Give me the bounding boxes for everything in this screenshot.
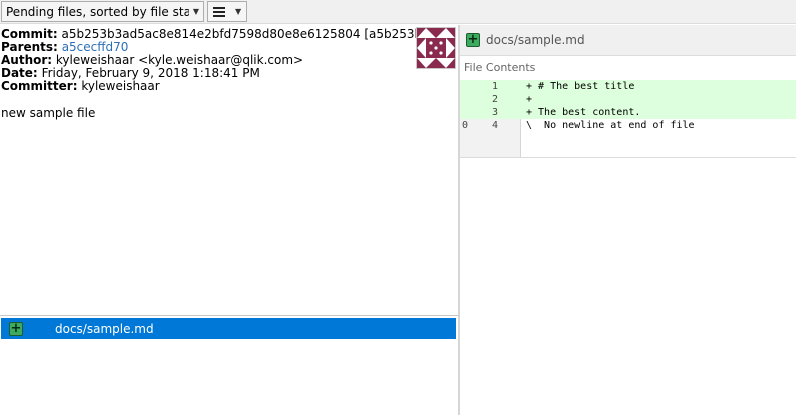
diff-line-text: + The best content. [526,107,641,118]
author-label: Author: [1,53,53,67]
toolbar: Pending files, sorted by file status ▼ ▼ [0,0,796,24]
file-contents-label: File Contents [464,61,536,74]
chevron-down-icon: ▼ [192,7,200,16]
diff-header: + docs/sample.md [460,25,796,56]
diff-line-text: + [526,94,533,105]
file-list-item[interactable]: + docs/sample.md [1,318,456,339]
diff-line: 3 + The best content. [460,106,796,119]
diff-line: 0 4 \ No newline at end of file [460,119,796,132]
commit-label: Commit: [1,27,58,41]
diff-line-text: \ No newline at end of file [526,120,695,131]
diff-file-path: docs/sample.md [486,33,585,47]
commit-info: Commit: a5b253b3ad5ac8e814e2bfd7598d80e8… [1,27,427,93]
parents-label: Parents: [1,40,58,54]
date-value: Friday, February 9, 2018 1:18:41 PM [41,66,260,80]
chevron-down-icon: ▼ [235,7,242,16]
list-view-icon [213,6,225,17]
commit-hash: a5b253b3ad5ac8e814e2bfd7598d80e8e6125804… [61,27,427,41]
date-label: Date: [1,66,38,80]
diff-line-text: + # The best title [526,81,635,92]
added-icon: + [466,32,480,47]
file-filter-label: Pending files, sorted by file status [6,4,189,19]
parent-commit-link[interactable]: a5cecffd70 [62,40,129,54]
committer-value: kyleweishaar [81,79,160,93]
committer-row: Committer: kyleweishaar [1,80,411,93]
identicon-avatar [416,27,456,69]
diff-pane: + docs/sample.md File Contents 1 + # The… [460,25,796,415]
added-icon: + [9,320,23,336]
diff-line: 2 + [460,93,796,106]
new-line-number: 2 [491,94,498,105]
new-line-number: 4 [491,120,498,131]
identicon-avatar-graphic [417,28,455,68]
committer-label: Committer: [1,79,78,93]
new-line-number: 1 [491,81,498,92]
diff-line: 1 + # The best title [460,80,796,93]
diff-body: 1 + # The best title 2 + 3 + The best co… [460,80,796,158]
view-options-button[interactable]: ▼ [207,1,247,22]
old-line-number: 0 [462,120,469,131]
file-filter-dropdown[interactable]: Pending files, sorted by file status ▼ [1,1,204,22]
author-value: kyleweishaar <kyle.weishaar@qlik.com> [55,53,304,67]
commit-details-pane: Commit: a5b253b3ad5ac8e814e2bfd7598d80e8… [0,25,458,415]
pane-splitter[interactable] [0,315,458,316]
new-line-number: 3 [491,107,498,118]
commit-message: new sample file [1,106,96,120]
file-name: docs/sample.md [55,321,154,336]
